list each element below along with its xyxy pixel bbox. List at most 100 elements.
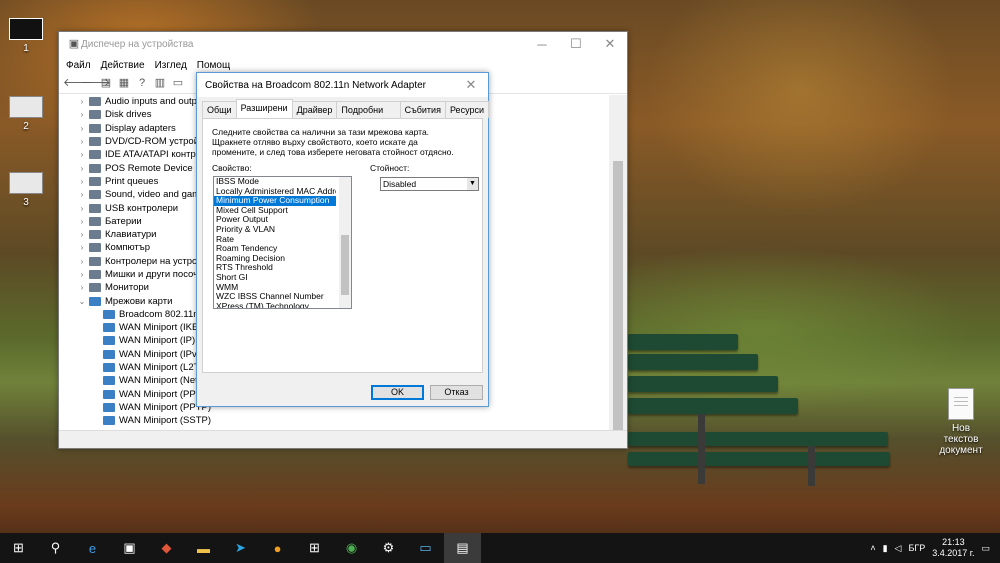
property-list-item[interactable]: WZC IBSS Channel Number	[214, 292, 336, 302]
chevron-right-icon[interactable]: ›	[77, 97, 87, 106]
tab-driver[interactable]: Драйвер	[291, 101, 338, 118]
cancel-button[interactable]: Отказ	[430, 385, 483, 400]
device-icon	[89, 137, 101, 147]
clock-date: 3.4.2017 г.	[932, 548, 975, 558]
clock-time: 21:13	[942, 537, 965, 547]
tab-details[interactable]: Подробни данни	[336, 101, 401, 125]
language-indicator[interactable]: БГР	[908, 543, 925, 553]
chevron-right-icon[interactable]: ›	[77, 177, 87, 186]
chevron-right-icon[interactable]: ›	[77, 137, 87, 146]
chevron-right-icon[interactable]: ›	[77, 124, 87, 133]
minimize-icon[interactable]: ─	[525, 37, 559, 52]
notifications-icon[interactable]: ▭	[981, 543, 990, 554]
properties-icon[interactable]: ▦	[117, 77, 131, 90]
start-icon[interactable]: ⊞	[0, 533, 37, 563]
tab-advanced[interactable]: Разширени	[235, 99, 293, 118]
tab-general[interactable]: Общи	[202, 101, 237, 118]
chevron-right-icon[interactable]: ›	[77, 243, 87, 252]
desktop-icon-2[interactable]: 2	[4, 96, 48, 132]
device-label: POS Remote Device	[105, 162, 193, 174]
device-icon	[89, 216, 101, 226]
list-view-icon[interactable]: ▥	[153, 77, 167, 90]
device-icon	[103, 323, 115, 333]
chrome-icon[interactable]: ◉	[333, 533, 370, 563]
close-icon[interactable]: ✕	[454, 77, 488, 93]
media-icon[interactable]: ●	[259, 533, 296, 563]
network-icon[interactable]: ▮	[883, 543, 888, 554]
device-icon	[103, 349, 115, 359]
device-tree-child[interactable]: WAN Miniport (SSTP)	[59, 414, 609, 427]
ok-button[interactable]: OK	[371, 385, 424, 400]
image-app-icon[interactable]: ▣	[111, 533, 148, 563]
property-list-item[interactable]: Roam Tendency	[214, 244, 336, 254]
chevron-right-icon[interactable]: ›	[77, 204, 87, 213]
monitor-icon[interactable]: ▭	[171, 77, 185, 90]
tab-events[interactable]: Събития	[399, 101, 446, 118]
property-list-item[interactable]: WMM	[214, 283, 336, 293]
file-explorer-icon[interactable]: ▬	[185, 533, 222, 563]
property-list-item[interactable]: Short GI	[214, 273, 336, 283]
chevron-right-icon[interactable]: ›	[77, 283, 87, 292]
property-list-item[interactable]: Roaming Decision	[214, 254, 336, 264]
menu-file[interactable]: Файл	[66, 60, 91, 71]
device-label: Мрежови карти	[105, 295, 173, 307]
dialog-titlebar[interactable]: Свойства на Broadcom 802.11n Network Ada…	[197, 73, 488, 97]
store-icon[interactable]: ⊞	[296, 533, 333, 563]
property-list-item[interactable]: RTS Threshold	[214, 263, 336, 273]
app-icon[interactable]: ◆	[148, 533, 185, 563]
chevron-right-icon[interactable]: ›	[77, 270, 87, 279]
value-dropdown-text: Disabled	[383, 179, 417, 189]
device-manager-icon[interactable]: ▤	[444, 533, 481, 563]
edge-icon[interactable]: e	[74, 533, 111, 563]
device-icon	[89, 110, 101, 120]
chevron-right-icon[interactable]: ›	[77, 150, 87, 159]
device-label: Компютър	[105, 242, 150, 254]
clock[interactable]: 21:13 3.4.2017 г.	[932, 537, 974, 559]
chevron-right-icon[interactable]: ›	[77, 257, 87, 266]
property-list-scrollbar[interactable]	[339, 177, 351, 308]
property-list-item[interactable]: Mixed Cell Support	[214, 206, 336, 216]
property-list-item[interactable]: Locally Administered MAC Address	[214, 187, 336, 197]
close-icon[interactable]: ✕	[593, 36, 627, 52]
status-bar	[59, 430, 627, 448]
property-list[interactable]: IBSS Mode Locally Administered MAC Addres…	[213, 176, 352, 309]
property-list-item[interactable]: Minimum Power Consumption	[214, 196, 336, 206]
vertical-scrollbar[interactable]	[609, 95, 627, 431]
device-label: WAN Miniport (SSTP)	[119, 415, 212, 427]
search-icon[interactable]: ⚲	[37, 533, 74, 563]
help-icon[interactable]: ?	[135, 77, 149, 90]
tree-view-icon[interactable]: ▤	[99, 77, 113, 90]
device-icon	[89, 243, 101, 253]
menu-view[interactable]: Изглед	[155, 60, 187, 71]
desktop-icon-3[interactable]: 3	[4, 172, 48, 208]
property-list-item[interactable]: Priority & VLAN	[214, 225, 336, 235]
show-hidden-icons-icon[interactable]: ˄	[870, 543, 875, 553]
property-list-item[interactable]: XPress (TM) Technology	[214, 302, 336, 308]
chevron-right-icon[interactable]: ›	[77, 164, 87, 173]
telegram-icon[interactable]: ➤	[222, 533, 259, 563]
settings-icon[interactable]: ⚙	[370, 533, 407, 563]
property-list-item[interactable]: IBSS Mode	[214, 177, 336, 187]
desktop-icon-1[interactable]: 1	[4, 18, 48, 54]
menu-help[interactable]: Помощ	[197, 60, 230, 71]
back-icon[interactable]: 🡐	[63, 77, 93, 90]
chevron-down-icon[interactable]: ⌄	[77, 297, 87, 306]
desktop-icon-label: 3	[23, 197, 29, 208]
device-label: Клавиатури	[105, 229, 157, 241]
chevron-right-icon[interactable]: ›	[77, 190, 87, 199]
menu-action[interactable]: Действие	[101, 60, 145, 71]
chevron-right-icon[interactable]: ›	[77, 217, 87, 226]
desktop-text-document[interactable]: Нов текстов документ	[934, 388, 988, 456]
value-dropdown[interactable]: Disabled ▼	[380, 177, 479, 191]
device-manager-titlebar[interactable]: ▣ Диспечер на устройства ─ ☐ ✕	[59, 32, 627, 56]
chevron-right-icon[interactable]: ›	[77, 230, 87, 239]
volume-icon[interactable]: ◁	[895, 543, 902, 554]
property-list-item[interactable]: Rate	[214, 235, 336, 245]
forward-icon[interactable]: 🡒	[81, 77, 111, 90]
device-icon	[89, 283, 101, 293]
maximize-icon[interactable]: ☐	[559, 36, 593, 52]
remote-desktop-icon[interactable]: ▭	[407, 533, 444, 563]
tab-resources[interactable]: Ресурси	[444, 101, 489, 118]
chevron-right-icon[interactable]: ›	[77, 110, 87, 119]
property-list-item[interactable]: Power Output	[214, 215, 336, 225]
